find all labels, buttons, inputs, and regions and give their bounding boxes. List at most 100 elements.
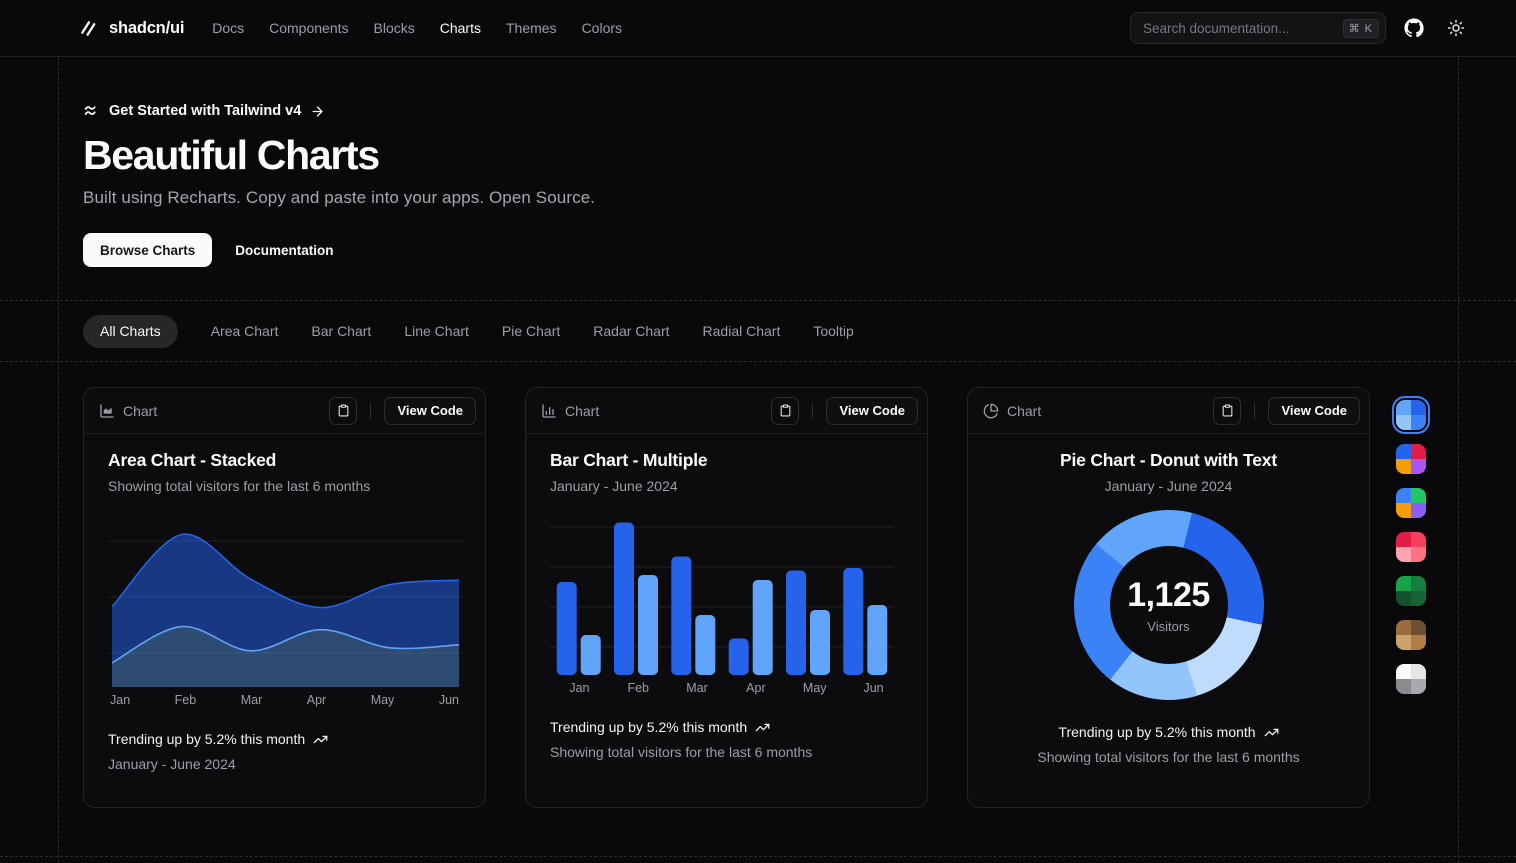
pie-chart-card: Chart View Code Pie Chart - Donut with T… <box>967 387 1370 808</box>
view-code-button[interactable]: View Code <box>826 397 918 425</box>
page-subtitle: Built using Recharts. Copy and paste int… <box>83 188 1516 208</box>
divider <box>812 403 813 419</box>
card-header-label: Chart <box>565 403 599 419</box>
chart-cards-row: Chart View Code Area Chart - Stacked Sho… <box>83 387 1516 808</box>
chart-title: Bar Chart - Multiple <box>550 450 903 471</box>
brand-name: shadcn/ui <box>109 19 184 38</box>
nav-link-themes[interactable]: Themes <box>506 20 557 36</box>
hero-actions: Browse Charts Documentation <box>83 233 1516 267</box>
github-button[interactable] <box>1400 14 1428 42</box>
bar-chart-plot: JanFebMarAprMayJun <box>550 515 903 695</box>
sun-icon <box>1447 19 1465 37</box>
arrow-right-icon <box>310 104 325 119</box>
nav-link-docs[interactable]: Docs <box>212 20 244 36</box>
copy-code-button[interactable] <box>1213 397 1241 425</box>
documentation-button[interactable]: Documentation <box>218 233 350 267</box>
tailwind-icon <box>83 104 100 118</box>
tab-bar-chart[interactable]: Bar Chart <box>311 323 371 339</box>
announcement-banner[interactable]: Get Started with Tailwind v4 <box>83 103 1516 119</box>
x-axis-labels: JanFebMarAprMayJun <box>108 693 461 707</box>
copy-code-button[interactable] <box>329 397 357 425</box>
tab-tooltip[interactable]: Tooltip <box>813 323 853 339</box>
nav-link-components[interactable]: Components <box>269 20 348 36</box>
hero-section: Get Started with Tailwind v4 Beautiful C… <box>0 57 1516 301</box>
card-header: Chart View Code <box>968 388 1369 434</box>
search-placeholder: Search documentation... <box>1143 21 1343 36</box>
chart-column-icon <box>541 403 557 419</box>
clipboard-icon <box>779 404 792 417</box>
trending-up-icon <box>1264 725 1279 740</box>
footnote-text: January - June 2024 <box>108 756 461 772</box>
clipboard-icon <box>1221 404 1234 417</box>
tab-radial-chart[interactable]: Radial Chart <box>703 323 781 339</box>
donut-total-value: 1,125 <box>1127 576 1210 615</box>
area-chart-card: Chart View Code Area Chart - Stacked Sho… <box>83 387 486 808</box>
tab-pie-chart[interactable]: Pie Chart <box>502 323 560 339</box>
donut-center: 1,125 Visitors <box>1110 546 1228 664</box>
theme-swatch-blue[interactable] <box>1396 400 1426 430</box>
card-footer: Trending up by 5.2% this month Showing t… <box>550 719 903 760</box>
chart-area-icon <box>99 403 115 419</box>
theme-swatch-multicolor-warm[interactable] <box>1396 444 1426 474</box>
footnote-text: Showing total visitors for the last 6 mo… <box>992 749 1345 765</box>
theme-toggle-button[interactable] <box>1442 14 1470 42</box>
page-title: Beautiful Charts <box>83 132 1516 179</box>
clipboard-icon <box>337 404 350 417</box>
view-code-button[interactable]: View Code <box>1268 397 1360 425</box>
theme-swatch-amber[interactable] <box>1396 620 1426 650</box>
charts-grid-section: Chart View Code Area Chart - Stacked Sho… <box>0 362 1516 857</box>
theme-swatch-red[interactable] <box>1396 532 1426 562</box>
brand-logo[interactable]: shadcn/ui <box>78 18 184 39</box>
chart-subtitle: January - June 2024 <box>550 478 903 494</box>
footnote-text: Showing total visitors for the last 6 mo… <box>550 744 903 760</box>
nav-link-charts[interactable]: Charts <box>440 20 481 36</box>
donut-ring: 1,125 Visitors <box>1074 510 1264 700</box>
tab-area-chart[interactable]: Area Chart <box>211 323 279 339</box>
theme-swatch-green[interactable] <box>1396 576 1426 606</box>
shadcn-logo-icon <box>78 18 99 39</box>
copy-code-button[interactable] <box>771 397 799 425</box>
chart-category-tabs: All Charts Area Chart Bar Chart Line Cha… <box>0 301 1516 362</box>
nav-link-colors[interactable]: Colors <box>582 20 622 36</box>
nav-link-blocks[interactable]: Blocks <box>374 20 415 36</box>
header-actions: Search documentation... ⌘ K <box>1130 12 1470 44</box>
card-header-label: Chart <box>123 403 157 419</box>
chart-subtitle: Showing total visitors for the last 6 mo… <box>108 478 461 494</box>
card-body: Bar Chart - Multiple January - June 2024… <box>526 434 927 760</box>
card-footer: Trending up by 5.2% this month Showing t… <box>992 724 1345 765</box>
bar-chart-card: Chart View Code Bar Chart - Multiple Jan… <box>525 387 928 808</box>
browse-charts-button[interactable]: Browse Charts <box>83 233 212 267</box>
donut-total-label: Visitors <box>1147 619 1189 634</box>
card-header-label: Chart <box>1007 403 1041 419</box>
theme-swatch-multicolor-cool[interactable] <box>1396 488 1426 518</box>
chart-title: Area Chart - Stacked <box>108 450 461 471</box>
view-code-button[interactable]: View Code <box>384 397 476 425</box>
github-icon <box>1404 18 1424 38</box>
chart-pie-icon <box>983 403 999 419</box>
tab-all-charts[interactable]: All Charts <box>83 315 178 348</box>
tab-line-chart[interactable]: Line Chart <box>404 323 469 339</box>
nav-links: Docs Components Blocks Charts Themes Col… <box>212 20 622 36</box>
theme-swatch-picker <box>1396 400 1426 694</box>
top-navigation-bar: shadcn/ui Docs Components Blocks Charts … <box>0 0 1516 57</box>
chart-subtitle: January - June 2024 <box>992 478 1345 494</box>
trending-up-icon <box>755 720 770 735</box>
card-footer: Trending up by 5.2% this month January -… <box>108 731 461 772</box>
card-body: Pie Chart - Donut with Text January - Ju… <box>968 434 1369 765</box>
trend-text: Trending up by 5.2% this month <box>1058 724 1255 740</box>
x-axis-labels: JanFebMarAprMayJun <box>550 681 903 695</box>
theme-swatch-mono[interactable] <box>1396 664 1426 694</box>
card-body: Area Chart - Stacked Showing total visit… <box>84 434 485 772</box>
card-header: Chart View Code <box>526 388 927 434</box>
divider <box>1254 403 1255 419</box>
tab-radar-chart[interactable]: Radar Chart <box>593 323 669 339</box>
announcement-text: Get Started with Tailwind v4 <box>109 103 301 119</box>
area-chart-plot: JanFebMarAprMayJun <box>108 515 461 707</box>
search-shortcut-kbd: ⌘ K <box>1343 19 1379 38</box>
card-header: Chart View Code <box>84 388 485 434</box>
trending-up-icon <box>313 732 328 747</box>
chart-title: Pie Chart - Donut with Text <box>992 450 1345 471</box>
search-input[interactable]: Search documentation... ⌘ K <box>1130 12 1386 44</box>
divider <box>370 403 371 419</box>
donut-chart-plot: 1,125 Visitors <box>992 510 1345 700</box>
